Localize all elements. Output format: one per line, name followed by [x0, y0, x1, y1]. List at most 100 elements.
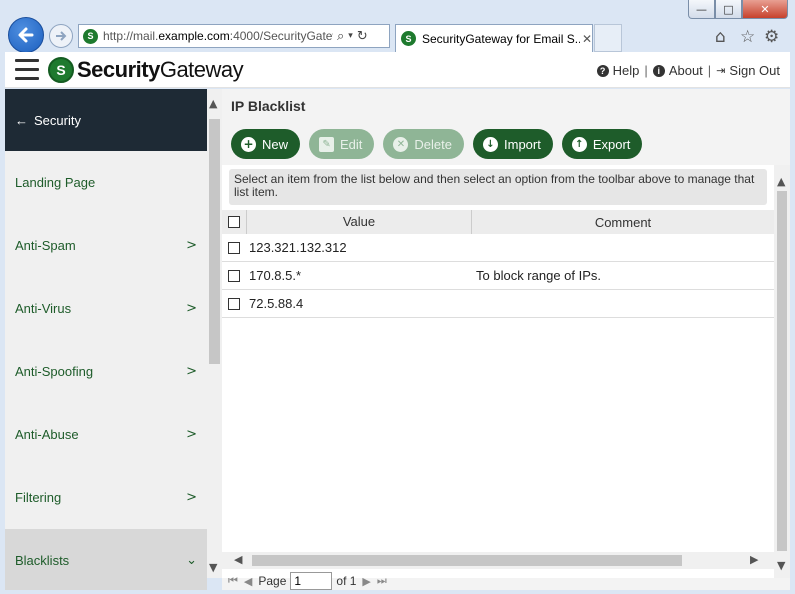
row-checkbox[interactable]	[228, 269, 240, 282]
blacklist-grid: Select an item from the list below and t…	[222, 165, 774, 578]
cloud-upload-icon: ↑	[571, 136, 587, 152]
next-page-icon[interactable]: ▶	[362, 575, 370, 588]
brand-name: SecurityGateway	[77, 57, 244, 82]
site-favicon-icon: S	[83, 28, 98, 44]
row-value: 170.8.5.*	[249, 268, 302, 283]
grid-hint: Select an item from the list below and t…	[229, 169, 767, 205]
sidebar-item-anti-spam[interactable]: Anti-Spam >	[5, 214, 207, 277]
grid-header: Value Comment	[222, 210, 774, 234]
forward-arrow-icon[interactable]	[49, 24, 73, 48]
row-value: 72.5.88.4	[249, 296, 304, 311]
star-icon[interactable]: ☆	[740, 27, 755, 47]
sidebar-back-label: Security	[34, 112, 81, 128]
dropdown-icon[interactable]: ▾	[348, 31, 353, 41]
new-tab-button[interactable]	[594, 24, 622, 52]
address-bar[interactable]: S http://mail.example.com:4000/SecurityG…	[78, 24, 390, 48]
table-row[interactable]: 170.8.5.* To block range of IPs.	[222, 262, 774, 290]
scroll-down-icon[interactable]: ▼	[777, 559, 785, 572]
help-link[interactable]: Help	[613, 63, 640, 78]
sidebar-item-blacklists[interactable]: Blacklists ⌄	[5, 529, 207, 592]
close-tab-icon[interactable]: ✕	[582, 32, 592, 46]
chevron-down-icon: ⌄	[186, 553, 197, 568]
refresh-icon[interactable]: ↻	[357, 29, 368, 44]
brand-logo: S SecurityGateway	[48, 57, 244, 83]
row-comment: To block range of IPs.	[476, 268, 602, 283]
search-icon[interactable]: ⌕	[337, 29, 344, 44]
app-header: S SecurityGateway ? Help | i About | ⇥ S…	[5, 52, 790, 88]
sidebar-item-label: Anti-Abuse	[15, 427, 79, 442]
sidebar-item-label: Landing Page	[15, 175, 96, 190]
page-label: Page	[258, 574, 287, 588]
scrollbar-thumb[interactable]	[252, 555, 682, 566]
back-arrow-icon: ←	[15, 112, 28, 128]
new-button[interactable]: + New	[231, 129, 301, 159]
chevron-right-icon: >	[186, 490, 197, 505]
maximize-button[interactable]: □	[715, 0, 742, 19]
chevron-right-icon: >	[186, 364, 197, 379]
tab-favicon-icon: S	[401, 31, 416, 46]
about-link[interactable]: About	[669, 63, 703, 78]
first-page-icon[interactable]: ⏮	[228, 574, 238, 588]
back-arrow-icon[interactable]	[8, 17, 44, 53]
sidebar-item-anti-virus[interactable]: Anti-Virus >	[5, 277, 207, 340]
scrollbar-thumb[interactable]	[209, 119, 220, 364]
grid-vertical-scrollbar[interactable]: ▲ ▼	[774, 165, 790, 578]
prev-page-icon[interactable]: ◀	[244, 575, 252, 588]
scrollbar-thumb[interactable]	[777, 191, 787, 551]
sidebar-item-label: Anti-Spam	[15, 238, 76, 253]
sidebar-item-landing-page[interactable]: Landing Page	[5, 151, 207, 214]
export-button[interactable]: ↑ Export	[561, 129, 643, 159]
sign-out-link[interactable]: Sign Out	[729, 63, 780, 78]
sidebar-scrollbar[interactable]: ▲ ▼	[207, 89, 222, 578]
scroll-left-icon[interactable]: ◀	[234, 553, 242, 566]
scroll-up-icon[interactable]: ▲	[777, 175, 785, 188]
table-row[interactable]: 123.321.132.312	[222, 234, 774, 262]
browser-tab[interactable]: S SecurityGateway for Email S... ✕	[395, 24, 593, 52]
plus-icon: +	[241, 136, 256, 152]
sidebar-item-label: Blacklists	[15, 553, 70, 568]
home-icon[interactable]: ⌂	[715, 27, 726, 47]
sidebar-item-filtering[interactable]: Filtering >	[5, 466, 207, 529]
column-header-comment[interactable]: Comment	[472, 215, 774, 230]
cloud-download-icon: ↓	[483, 136, 498, 152]
column-header-value[interactable]: Value	[246, 210, 472, 234]
url-text[interactable]: http://mail.example.com:4000/SecurityGat…	[103, 29, 333, 43]
import-button[interactable]: ↓ Import	[473, 129, 553, 159]
sidebar-item-label: Anti-Virus	[15, 301, 72, 316]
scroll-right-icon[interactable]: ▶	[750, 553, 758, 566]
sidebar-item-anti-abuse[interactable]: Anti-Abuse >	[5, 403, 207, 466]
minimize-button[interactable]: —	[688, 0, 715, 19]
browser-chrome: — □ ✕ S http://mail.example.com:4000/Sec…	[0, 0, 795, 56]
window-bottom-edge	[0, 590, 795, 594]
header-links: ? Help | i About | ⇥ Sign Out	[596, 63, 780, 78]
select-all-checkbox[interactable]	[228, 216, 240, 228]
table-row[interactable]: 72.5.88.4	[222, 290, 774, 318]
sidebar-back-security[interactable]: ← Security	[5, 89, 207, 151]
help-icon: ?	[596, 64, 609, 77]
page-number-input[interactable]	[290, 572, 333, 590]
scroll-down-icon[interactable]: ▼	[209, 561, 217, 574]
edit-icon: ✎	[319, 136, 335, 152]
sidebar-item-label: Anti-Spoofing	[15, 364, 94, 379]
toolbar: + New ✎ Edit ✕ Delete ↓ Import ↑ Export	[231, 129, 651, 159]
pager: ⏮ ◀ Page of 1 ▶ ⏭	[228, 572, 393, 590]
close-window-button[interactable]: ✕	[742, 0, 788, 19]
chevron-right-icon: >	[186, 301, 197, 316]
sign-out-icon: ⇥	[716, 64, 726, 77]
row-checkbox[interactable]	[228, 241, 240, 254]
sidebar-item-label: Filtering	[15, 490, 62, 505]
grid-horizontal-scrollbar[interactable]: ◀ ▶	[222, 552, 774, 569]
chevron-right-icon: >	[186, 427, 197, 442]
menu-icon[interactable]	[15, 59, 39, 80]
row-checkbox[interactable]	[228, 297, 240, 310]
scroll-up-icon[interactable]: ▲	[209, 97, 217, 110]
last-page-icon[interactable]: ⏭	[377, 574, 387, 588]
delete-icon: ✕	[393, 136, 409, 152]
sidebar-item-anti-spoofing[interactable]: Anti-Spoofing >	[5, 340, 207, 403]
brand-shield-icon: S	[48, 57, 74, 83]
gear-icon[interactable]: ⚙	[764, 27, 779, 47]
edit-button[interactable]: ✎ Edit	[309, 129, 375, 159]
page-title: IP Blacklist	[231, 98, 306, 114]
delete-button[interactable]: ✕ Delete	[383, 129, 464, 159]
tab-title: SecurityGateway for Email S...	[422, 31, 580, 46]
